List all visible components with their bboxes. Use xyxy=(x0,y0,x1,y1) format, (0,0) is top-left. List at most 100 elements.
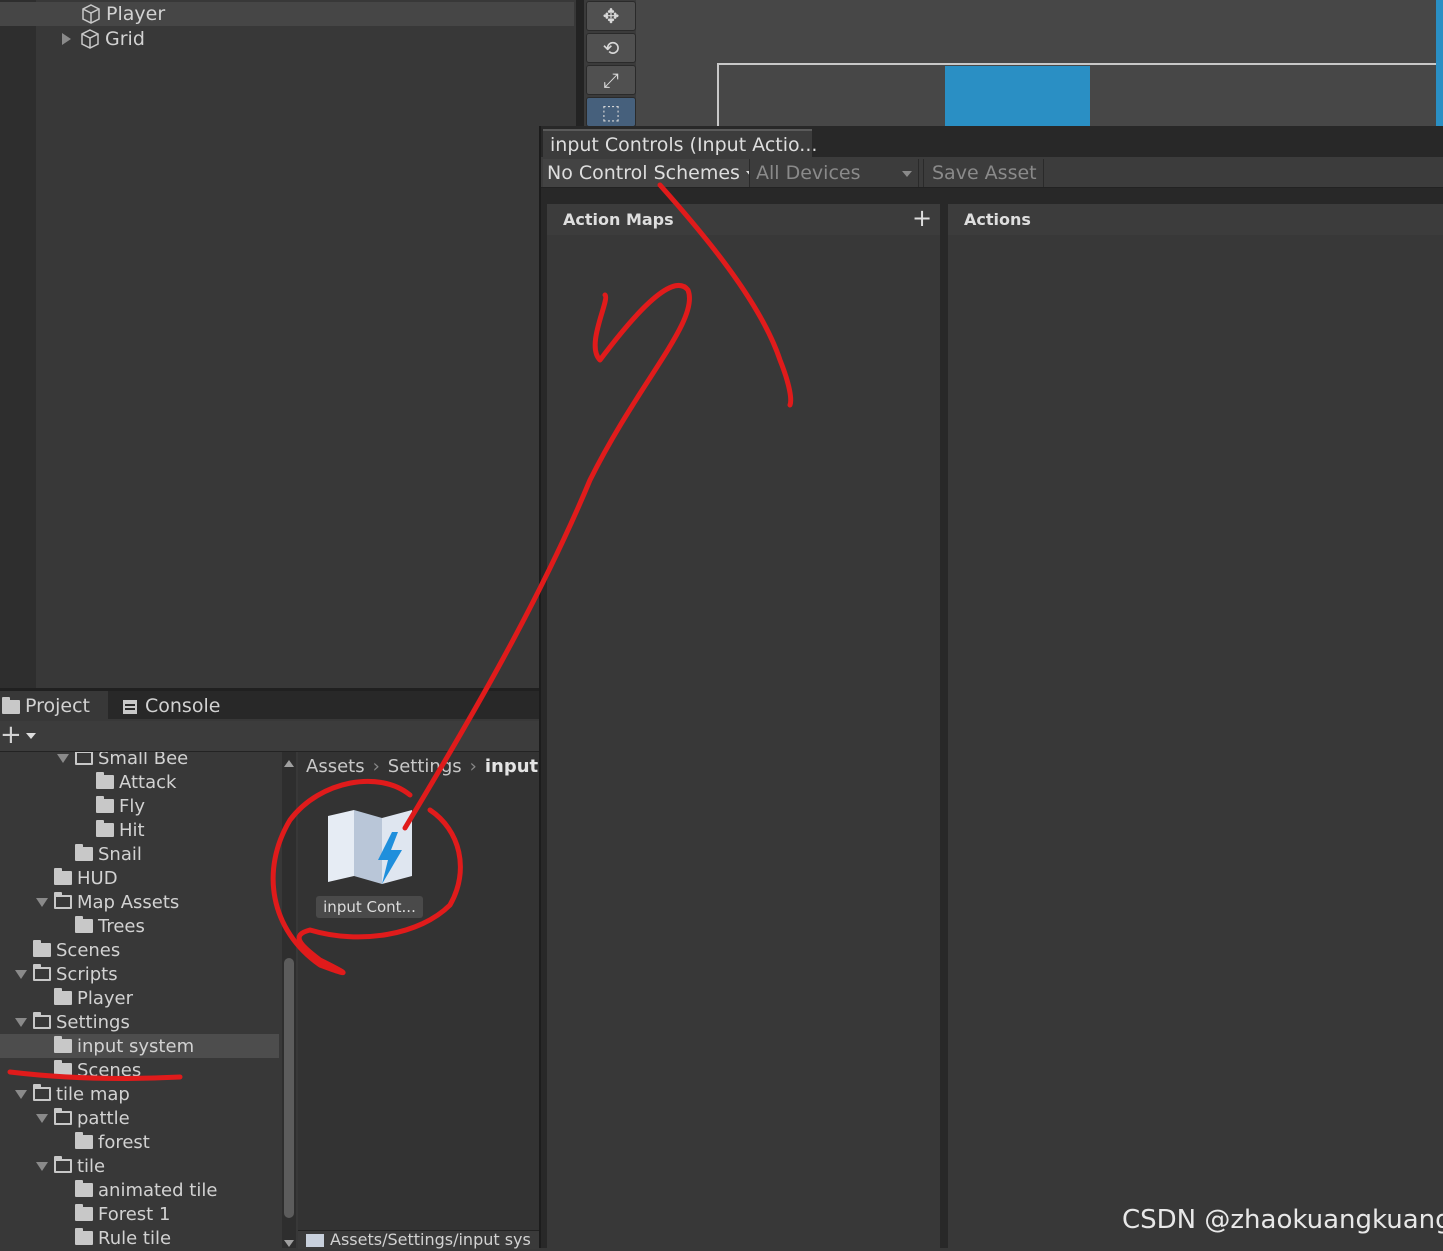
tree-item[interactable]: Attack xyxy=(0,770,279,794)
tree-item[interactable]: tile xyxy=(0,1154,279,1178)
expand-arrow-icon[interactable] xyxy=(36,1161,48,1171)
tree-item[interactable]: animated tile xyxy=(0,1178,279,1202)
rotate-tool-icon[interactable]: ⟲ xyxy=(586,33,636,63)
tree-item[interactable]: pattle xyxy=(0,1106,279,1130)
move-tool-icon[interactable]: ✥ xyxy=(586,1,636,31)
save-asset-button[interactable]: Save Asset xyxy=(923,159,1044,187)
tab-console[interactable]: Console xyxy=(123,691,220,721)
add-action-map-button[interactable]: + xyxy=(912,204,932,232)
folder-icon xyxy=(33,1012,51,1029)
tree-item[interactable]: tile map xyxy=(0,1082,279,1106)
chevron-right-icon: › xyxy=(372,756,380,777)
gameobject-cube-icon xyxy=(82,4,100,24)
expand-arrow-icon[interactable] xyxy=(15,1017,27,1027)
gameobject-cube-icon xyxy=(81,29,99,49)
scrollbar-thumb[interactable] xyxy=(284,958,294,1218)
chevron-right-icon: › xyxy=(469,756,477,777)
folder-icon xyxy=(75,844,93,861)
tree-item-label: input system xyxy=(77,1035,195,1057)
folder-icon xyxy=(75,1180,93,1197)
action-maps-title: Action Maps xyxy=(563,210,674,229)
tree-item[interactable]: Hit xyxy=(0,818,279,842)
control-schemes-dropdown[interactable]: No Control Schemes xyxy=(543,159,756,187)
tree-item[interactable]: Small Bee xyxy=(0,752,279,770)
tree-item[interactable]: Scenes xyxy=(0,1058,279,1082)
console-icon xyxy=(123,699,137,714)
folder-icon xyxy=(96,772,114,789)
tree-item-label: Rule tile xyxy=(98,1227,172,1249)
breadcrumb: Assets › Settings › input s xyxy=(306,756,539,777)
tree-item[interactable]: forest xyxy=(0,1130,279,1154)
tree-item[interactable]: Trees xyxy=(0,914,279,938)
tree-item[interactable]: Forest 1 xyxy=(0,1202,279,1226)
folder-icon xyxy=(54,892,72,909)
scene-tool-strip: ✥ ⟲ ⤢ ⬚ xyxy=(584,0,636,128)
tab-project-label: Project xyxy=(25,695,91,717)
tree-item-label: tile xyxy=(77,1155,106,1177)
tree-item-label: animated tile xyxy=(98,1179,218,1201)
expand-arrow-icon[interactable] xyxy=(36,897,48,907)
input-actions-map-icon[interactable] xyxy=(326,808,416,888)
expand-arrow-icon[interactable] xyxy=(36,1113,48,1123)
folder-icon xyxy=(54,1060,72,1077)
chevron-down-icon xyxy=(25,732,36,739)
tree-item[interactable]: Map Assets xyxy=(0,890,279,914)
project-toolbar xyxy=(0,721,539,752)
devices-label: All Devices xyxy=(756,162,861,184)
tree-item-label: Snail xyxy=(98,843,142,865)
control-schemes-label: No Control Schemes xyxy=(547,162,740,184)
breadcrumb-item[interactable]: Settings xyxy=(388,756,462,777)
tree-item[interactable]: Scenes xyxy=(0,938,279,962)
hierarchy-panel xyxy=(0,0,578,688)
tree-item[interactable]: input system xyxy=(0,1034,279,1058)
tree-item-label: Trees xyxy=(98,915,145,937)
expand-arrow-icon[interactable] xyxy=(57,753,69,763)
folder-icon xyxy=(96,796,114,813)
hierarchy-item-label: Player xyxy=(106,3,166,25)
scroll-up-icon[interactable] xyxy=(284,760,294,767)
tab-console-label: Console xyxy=(145,695,221,717)
actions-panel[interactable] xyxy=(948,204,1443,1248)
folder-icon xyxy=(54,1036,72,1053)
tree-item[interactable]: Player xyxy=(0,986,279,1010)
asset-label[interactable]: input Cont... xyxy=(316,896,423,918)
plus-icon: + xyxy=(0,720,22,750)
tree-item-label: Scenes xyxy=(56,939,121,961)
tree-item[interactable]: Settings xyxy=(0,1010,279,1034)
devices-dropdown[interactable]: All Devices xyxy=(749,159,919,187)
breadcrumb-current[interactable]: input s xyxy=(485,756,539,777)
tree-item[interactable]: Rule tile xyxy=(0,1226,279,1248)
panel-divider[interactable] xyxy=(576,0,584,128)
asset-file-icon xyxy=(306,1234,324,1247)
asset-path-text: Assets/Settings/input sys xyxy=(330,1230,531,1249)
hierarchy-visibility-gutter xyxy=(0,0,36,688)
breadcrumb-item[interactable]: Assets xyxy=(306,756,365,777)
chevron-down-icon xyxy=(902,170,913,177)
tree-item-label: Map Assets xyxy=(77,891,180,913)
rect-tool-icon[interactable]: ⬚ xyxy=(586,97,636,127)
tree-item[interactable]: HUD xyxy=(0,866,279,890)
tree-item[interactable]: Scripts xyxy=(0,962,279,986)
project-folder-tree[interactable]: Small Bee Attack Fly Hit Snail HUD Map Assets T… xyxy=(0,752,279,1248)
folder-icon xyxy=(54,988,72,1005)
expand-arrow-icon[interactable] xyxy=(15,1089,27,1099)
folder-icon xyxy=(33,940,51,957)
scale-tool-icon[interactable]: ⤢ xyxy=(586,65,636,95)
window-tab-title[interactable]: input Controls (Input Actio... xyxy=(543,129,817,159)
tree-item-label: Attack xyxy=(119,771,177,793)
folder-icon xyxy=(75,1132,93,1149)
tree-item[interactable]: Snail xyxy=(0,842,279,866)
scroll-down-icon[interactable] xyxy=(284,1240,294,1247)
tree-item-label: forest xyxy=(98,1131,150,1153)
expand-arrow-icon[interactable] xyxy=(15,969,27,979)
tab-project[interactable]: Project xyxy=(0,691,108,721)
tree-item-label: Scenes xyxy=(77,1059,142,1081)
hierarchy-item-grid[interactable]: Grid xyxy=(0,27,574,51)
action-maps-panel[interactable] xyxy=(547,204,940,1248)
tree-item-label: HUD xyxy=(77,867,118,889)
create-asset-button[interactable]: + xyxy=(0,721,36,749)
hierarchy-item-player[interactable]: Player xyxy=(0,2,574,26)
scene-tile-sprite xyxy=(945,66,1090,126)
expand-arrow-icon[interactable] xyxy=(62,33,71,45)
tree-item[interactable]: Fly xyxy=(0,794,279,818)
